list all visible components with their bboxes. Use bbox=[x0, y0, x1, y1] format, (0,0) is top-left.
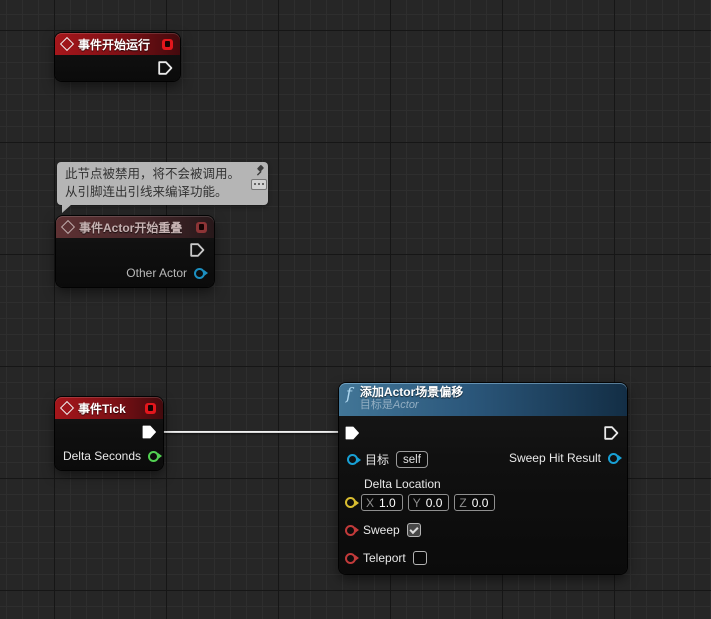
function-f-icon: f bbox=[346, 384, 352, 404]
warning-line-2: 从引脚连出引线来编译功能。 bbox=[65, 183, 244, 201]
sweep-bool-pin[interactable] bbox=[345, 525, 356, 536]
event-diamond-icon bbox=[61, 220, 75, 234]
target-pin-row: 目标 self bbox=[347, 451, 428, 468]
target-object-pin[interactable] bbox=[347, 454, 358, 465]
blueprint-graph-canvas[interactable]: { "colors": { "canvas_bg": "#262626", "g… bbox=[0, 0, 711, 619]
node-title: 事件开始运行 bbox=[78, 36, 150, 53]
exec-out-pin[interactable] bbox=[190, 243, 205, 257]
node-add-actor-world-offset-header[interactable]: f 添加Actor场景偏移 目标是Actor bbox=[339, 383, 627, 416]
event-enabled-indicator-icon bbox=[162, 39, 173, 50]
target-value-box[interactable]: self bbox=[396, 451, 428, 468]
delta-seconds-float-pin[interactable] bbox=[148, 451, 159, 462]
exec-out-pin-connected[interactable] bbox=[142, 425, 157, 439]
exec-out-pin[interactable] bbox=[158, 61, 173, 75]
other-actor-pin-row: Other Actor bbox=[126, 266, 205, 280]
teleport-pin-row: Teleport bbox=[345, 551, 427, 565]
warning-line-1: 此节点被禁用，将不会被调用。 bbox=[65, 165, 244, 183]
event-enabled-indicator-icon bbox=[145, 403, 156, 414]
sweep-hit-result-pin-label: Sweep Hit Result bbox=[509, 451, 601, 465]
sweep-pin-label: Sweep bbox=[363, 523, 400, 537]
node-event-tick[interactable]: 事件Tick Delta Seconds bbox=[55, 397, 163, 470]
event-enabled-indicator-icon bbox=[196, 222, 207, 233]
node-event-actorbeginoverlap[interactable]: 事件Actor开始重叠 Other Actor bbox=[56, 216, 214, 287]
delta-location-vector-pin[interactable] bbox=[345, 497, 356, 508]
pushpin-icon[interactable] bbox=[254, 165, 264, 176]
disabled-node-warning-bubble: 此节点被禁用，将不会被调用。 从引脚连出引线来编译功能。 bbox=[57, 162, 268, 205]
sweep-checkbox[interactable] bbox=[407, 523, 421, 537]
node-subtitle: 目标是Actor bbox=[360, 399, 463, 412]
node-event-beginplay[interactable]: 事件开始运行 bbox=[55, 33, 180, 81]
event-diamond-icon bbox=[60, 401, 74, 415]
delta-seconds-pin-row: Delta Seconds bbox=[63, 449, 159, 463]
target-pin-label: 目标 bbox=[365, 451, 389, 468]
other-actor-object-pin[interactable] bbox=[194, 268, 205, 279]
exec-out-pin[interactable] bbox=[604, 426, 619, 440]
comment-bubble-toggle-icon[interactable] bbox=[251, 179, 267, 190]
sweep-pin-row: Sweep bbox=[345, 523, 421, 537]
delta-x-input[interactable]: X 1.0 bbox=[361, 494, 403, 511]
sweep-hit-result-object-pin[interactable] bbox=[608, 453, 619, 464]
node-title: 事件Tick bbox=[78, 400, 126, 417]
delta-y-input[interactable]: Y 0.0 bbox=[408, 494, 450, 511]
exec-wire-tick-to-addoffset[interactable] bbox=[159, 431, 347, 433]
node-title: 添加Actor场景偏移 bbox=[360, 386, 463, 399]
other-actor-pin-label: Other Actor bbox=[126, 266, 187, 280]
teleport-bool-pin[interactable] bbox=[345, 553, 356, 564]
delta-seconds-pin-label: Delta Seconds bbox=[63, 449, 141, 463]
delta-location-pin-block: Delta Location X 1.0 Y 0.0 Z 0.0 bbox=[345, 477, 495, 511]
delta-location-pin-label: Delta Location bbox=[364, 477, 495, 491]
node-event-actorbeginoverlap-header[interactable]: 事件Actor开始重叠 bbox=[56, 216, 214, 238]
teleport-checkbox[interactable] bbox=[413, 551, 427, 565]
node-event-tick-header[interactable]: 事件Tick bbox=[55, 397, 163, 419]
delta-z-input[interactable]: Z 0.0 bbox=[454, 494, 495, 511]
teleport-pin-label: Teleport bbox=[363, 551, 406, 565]
node-title: 事件Actor开始重叠 bbox=[79, 219, 182, 236]
node-add-actor-world-offset[interactable]: f 添加Actor场景偏移 目标是Actor 目标 self Sweep Hit… bbox=[339, 383, 627, 574]
sweep-hit-result-pin-row: Sweep Hit Result bbox=[509, 451, 619, 465]
exec-in-pin-connected[interactable] bbox=[345, 426, 360, 440]
node-event-beginplay-header[interactable]: 事件开始运行 bbox=[55, 33, 180, 55]
event-diamond-icon bbox=[60, 37, 74, 51]
